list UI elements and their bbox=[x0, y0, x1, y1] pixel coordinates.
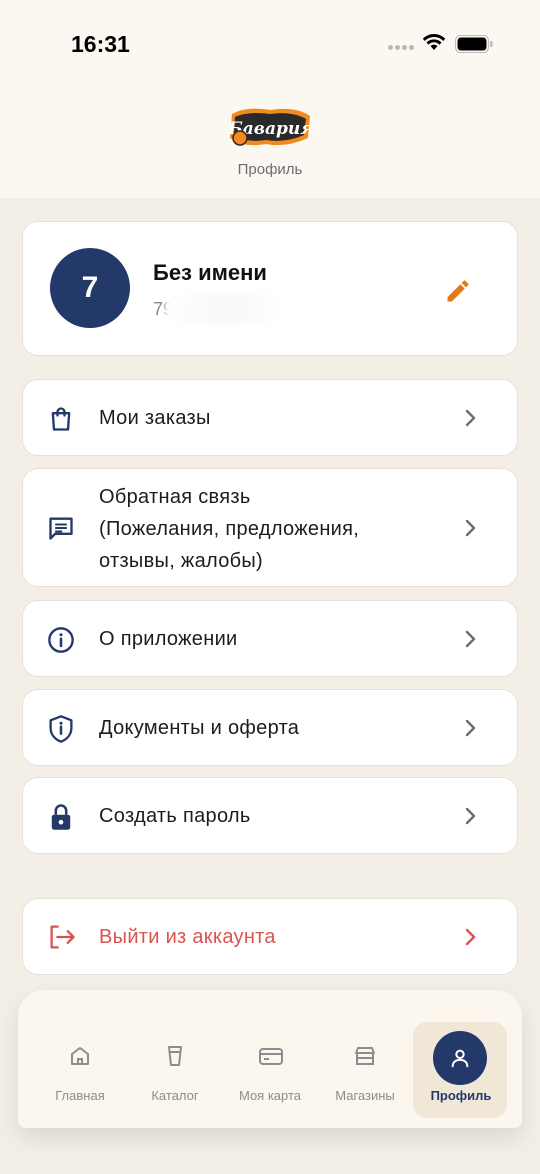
logout-button[interactable]: Выйти из аккаунта bbox=[22, 898, 518, 975]
message-icon bbox=[49, 517, 73, 540]
phone-redaction bbox=[165, 294, 285, 324]
edit-pencil-icon[interactable] bbox=[444, 277, 472, 305]
page-title: Профиль bbox=[237, 161, 303, 178]
nav-item-my-card[interactable]: Моя карта bbox=[222, 1014, 318, 1110]
bavaria-logo: Бавария bbox=[227, 108, 314, 146]
chevron-right-icon bbox=[465, 719, 476, 737]
menu-item-label: Мои заказы bbox=[99, 407, 211, 429]
chevron-right-icon bbox=[465, 630, 476, 648]
nav-item-catalog[interactable]: Каталог bbox=[127, 1014, 223, 1110]
nav-item-profile[interactable]: Профиль bbox=[413, 1022, 507, 1118]
info-icon bbox=[48, 627, 74, 653]
menu-item-label: Обратная связь (Пожелания, предложения, … bbox=[99, 486, 360, 572]
lock-icon bbox=[51, 804, 71, 830]
cellular-signal-icon bbox=[388, 45, 414, 51]
menu-item-feedback[interactable]: Обратная связь (Пожелания, предложения, … bbox=[22, 468, 518, 587]
chevron-right-icon bbox=[465, 807, 476, 825]
card-icon bbox=[259, 1048, 283, 1065]
nav-label: Главная bbox=[55, 1088, 105, 1103]
cup-icon bbox=[168, 1046, 182, 1066]
wifi-icon bbox=[422, 34, 446, 50]
nav-label: Профиль bbox=[430, 1088, 492, 1103]
nav-label: Магазины bbox=[335, 1088, 395, 1103]
bottom-nav-area: Главная Каталог Моя карта Магазины Профи… bbox=[0, 990, 540, 1174]
chevron-right-icon bbox=[465, 519, 476, 537]
shield-icon bbox=[49, 715, 73, 743]
status-bar: 16:31 bbox=[0, 0, 540, 90]
nav-item-home[interactable]: Главная bbox=[32, 1014, 128, 1110]
menu-item-label: Документы и оферта bbox=[99, 717, 300, 739]
header-area: 16:31 Бавария Профиль bbox=[0, 0, 540, 198]
battery-icon bbox=[455, 35, 493, 53]
nav-label: Каталог bbox=[151, 1088, 199, 1103]
store-icon bbox=[355, 1047, 375, 1065]
chevron-right-icon bbox=[465, 928, 476, 946]
nav-label: Моя карта bbox=[238, 1088, 302, 1103]
menu-item-label: Создать пароль bbox=[99, 805, 251, 827]
logout-icon bbox=[50, 925, 75, 949]
menu-item-label: О приложении bbox=[99, 628, 238, 650]
profile-card: 7 Без имени 79 bbox=[22, 221, 518, 356]
menu-item-orders[interactable]: Мои заказы bbox=[22, 379, 518, 456]
bottom-nav: Главная Каталог Моя карта Магазины Профи… bbox=[18, 990, 522, 1128]
logout-label: Выйти из аккаунта bbox=[99, 926, 276, 948]
status-time: 16:31 bbox=[71, 31, 130, 57]
user-icon bbox=[451, 1049, 469, 1068]
bag-icon bbox=[51, 407, 71, 431]
profile-name: Без имени bbox=[153, 260, 267, 285]
menu-item-about[interactable]: О приложении bbox=[22, 600, 518, 677]
menu-item-documents[interactable]: Документы и оферта bbox=[22, 689, 518, 766]
nav-item-stores[interactable]: Магазины bbox=[317, 1014, 413, 1110]
home-icon bbox=[71, 1047, 89, 1065]
chevron-right-icon bbox=[465, 409, 476, 427]
menu-item-create-password[interactable]: Создать пароль bbox=[22, 777, 518, 854]
avatar: 7 bbox=[50, 248, 130, 328]
